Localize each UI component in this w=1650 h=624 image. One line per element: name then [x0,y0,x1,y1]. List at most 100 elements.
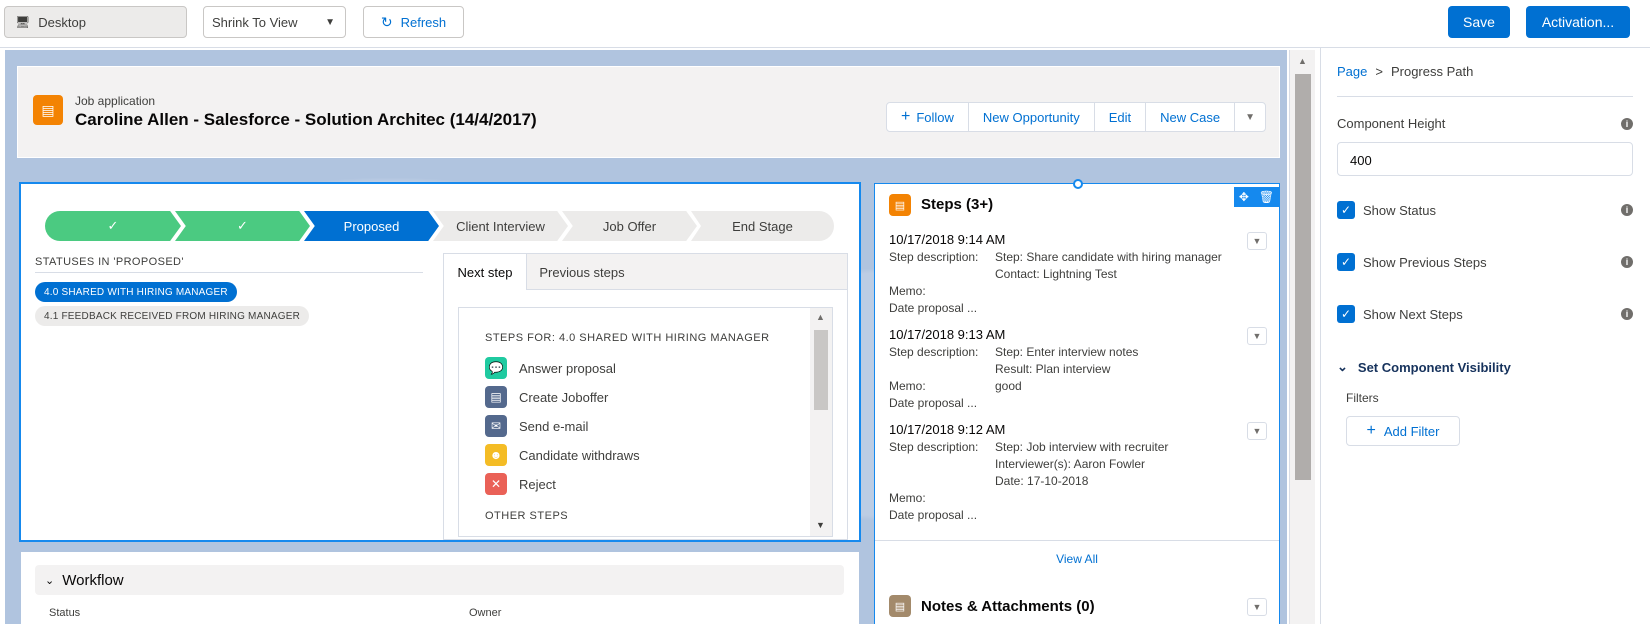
owner-field-label: Owner [469,607,502,619]
steps-list-scrollbar[interactable]: ▲ ▼ [810,308,832,536]
page-canvas: ▤ Job application Caroline Allen - Sales… [5,50,1287,624]
canvas-scrollbar[interactable]: ▲ [1289,50,1315,624]
notes-menu-button[interactable]: ▼ [1247,598,1267,616]
new-opportunity-button[interactable]: New Opportunity [969,103,1095,131]
breadcrumb-separator: > [1375,64,1383,79]
tab-previous-steps[interactable]: Previous steps [527,254,637,290]
notes-card-title[interactable]: Notes & Attachments (0) [921,598,1095,615]
new-case-button[interactable]: New Case [1146,103,1236,131]
more-actions-button[interactable]: ▼ [1235,103,1265,131]
path-stage-proposed[interactable]: Proposed [304,211,439,241]
step-send-email[interactable]: ✉ Send e-mail [485,415,588,437]
move-icon[interactable]: ✥ [1239,190,1249,204]
record-header[interactable]: ▤ Job application Caroline Allen - Sales… [17,66,1280,158]
scroll-thumb[interactable] [814,330,828,410]
object-type-label: Job application [75,94,156,108]
workflow-header[interactable]: ⌄ Workflow [35,565,844,595]
entry-menu-button[interactable]: ▼ [1247,232,1267,250]
component-toolbar: ✥ 🗑 [1234,187,1279,207]
scroll-thumb[interactable] [1295,74,1311,480]
show-previous-steps-label: Show Previous Steps [1363,255,1487,270]
property-panel: Page > Progress Path Component Height i … [1320,48,1650,624]
view-all-link[interactable]: View All [875,540,1279,576]
save-button[interactable]: Save [1448,6,1510,38]
statuses-header: STATUSES IN 'PROPOSED' [35,256,423,273]
plus-icon: + [901,108,911,125]
scroll-down-icon[interactable]: ▼ [816,520,825,530]
follow-button[interactable]: + Follow [887,103,969,131]
other-steps-header: OTHER STEPS [485,510,569,522]
notes-icon: ▤ [889,595,911,617]
entry-menu-button[interactable]: ▼ [1247,422,1267,440]
job-application-icon: ▤ [33,95,63,125]
proposal-label: Date proposal ... [889,508,978,522]
desc-label: Step description: [889,250,979,264]
show-next-steps-label: Show Next Steps [1363,307,1463,322]
component-height-input[interactable]: 400 [1337,142,1633,176]
info-icon[interactable]: i [1621,308,1633,320]
status-pill[interactable]: 4.1 FEEDBACK RECEIVED FROM HIRING MANAGE… [35,306,310,326]
scroll-up-icon[interactable]: ▲ [1298,56,1307,66]
tab-next-step[interactable]: Next step [444,254,527,290]
step-create-joboffer[interactable]: ▤ Create Joboffer [485,386,608,408]
path-stage-job-offer[interactable]: Job Offer [562,211,697,241]
step-entry: 10/17/2018 9:14 AM ▼ Step description: S… [889,232,1267,322]
record-title: Caroline Allen - Salesforce - Solution A… [75,110,537,129]
chevron-down-icon: ⌄ [1337,359,1348,374]
path-stage-end-stage[interactable]: End Stage [691,211,834,241]
visibility-section-toggle[interactable]: ⌄ Set Component Visibility [1337,359,1511,375]
desc-line: Step: Enter interview notes [995,345,1139,359]
memo-label: Memo: [889,491,926,505]
steps-related-list[interactable]: ✥ 🗑 ▤ Steps (3+) 10/17/2018 9:14 AM ▼ Ste… [874,179,1280,624]
proposal-label: Date proposal ... [889,301,978,315]
desc-line: Date: 17-10-2018 [995,474,1089,488]
step-reject[interactable]: ✕ Reject [485,473,556,495]
show-previous-steps-checkbox[interactable]: ✓ [1337,253,1355,271]
info-icon[interactable]: i [1621,204,1633,216]
breadcrumb-current: Progress Path [1390,64,1474,79]
caret-down-icon: ▼ [325,16,335,28]
scroll-up-icon[interactable]: ▲ [816,312,825,322]
status-field-label: Status [49,607,81,619]
desc-line: Step: Share candidate with hiring manage… [995,250,1222,264]
notes-related-list[interactable]: ▤ Notes & Attachments (0) ▼ [875,586,1279,624]
activation-button[interactable]: Activation... [1526,6,1630,38]
chevron-down-icon: ⌄ [45,574,55,587]
refresh-button[interactable]: ↻ Refresh [363,6,464,38]
document-icon: ▤ [485,386,507,408]
step-entry: 10/17/2018 9:13 AM ▼ Step description: S… [889,327,1267,417]
workflow-section: ⌄ Workflow Status Owner [21,552,859,624]
delete-icon[interactable]: 🗑 [1259,190,1274,204]
path-stage-1[interactable]: ✓ [45,211,181,241]
chevron-down-icon: ▼ [1245,111,1256,123]
step-answer-proposal[interactable]: 💬 Answer proposal [485,357,616,379]
show-next-steps-checkbox[interactable]: ✓ [1337,305,1355,323]
info-icon[interactable]: i [1621,118,1633,130]
refresh-icon: ↻ [380,13,393,30]
path-stage-client-interview[interactable]: Client Interview [433,211,568,241]
step-candidate-withdraws[interactable]: ☻ Candidate withdraws [485,444,640,466]
component-height-label: Component Height [1337,116,1446,131]
status-pill-active[interactable]: 4.0 SHARED WITH HIRING MANAGER [35,282,237,302]
top-toolbar: 🖥 Desktop Shrink To View ▼ ↻ Refresh Sav… [0,0,1650,48]
show-status-label: Show Status [1363,203,1436,218]
proposal-label: Date proposal ... [889,396,978,410]
entry-menu-button[interactable]: ▼ [1247,327,1267,345]
breadcrumb-page-link[interactable]: Page [1337,64,1367,79]
filters-label: Filters [1346,391,1379,405]
edit-button[interactable]: Edit [1095,103,1147,131]
steps-tabs: Next step Previous steps [444,254,847,290]
path-stage-2[interactable]: ✓ [175,211,310,241]
info-icon[interactable]: i [1621,256,1633,268]
step-entry: 10/17/2018 9:12 AM ▼ Step description: S… [889,422,1267,522]
show-status-checkbox[interactable]: ✓ [1337,201,1355,219]
steps-card-title[interactable]: Steps (3+) [921,196,993,213]
entry-date: 10/17/2018 9:12 AM [889,422,1006,437]
view-mode-select[interactable]: Shrink To View ▼ [203,6,346,38]
device-select[interactable]: 🖥 Desktop [4,6,187,38]
desc-label: Step description: [889,345,979,359]
progress-path-component[interactable]: ✓ ✓ Proposed Client Interview Job Offer … [19,182,861,542]
desktop-icon: 🖥 [15,15,31,29]
add-filter-button[interactable]: + Add Filter [1346,416,1460,446]
chat-icon: 💬 [485,357,507,379]
